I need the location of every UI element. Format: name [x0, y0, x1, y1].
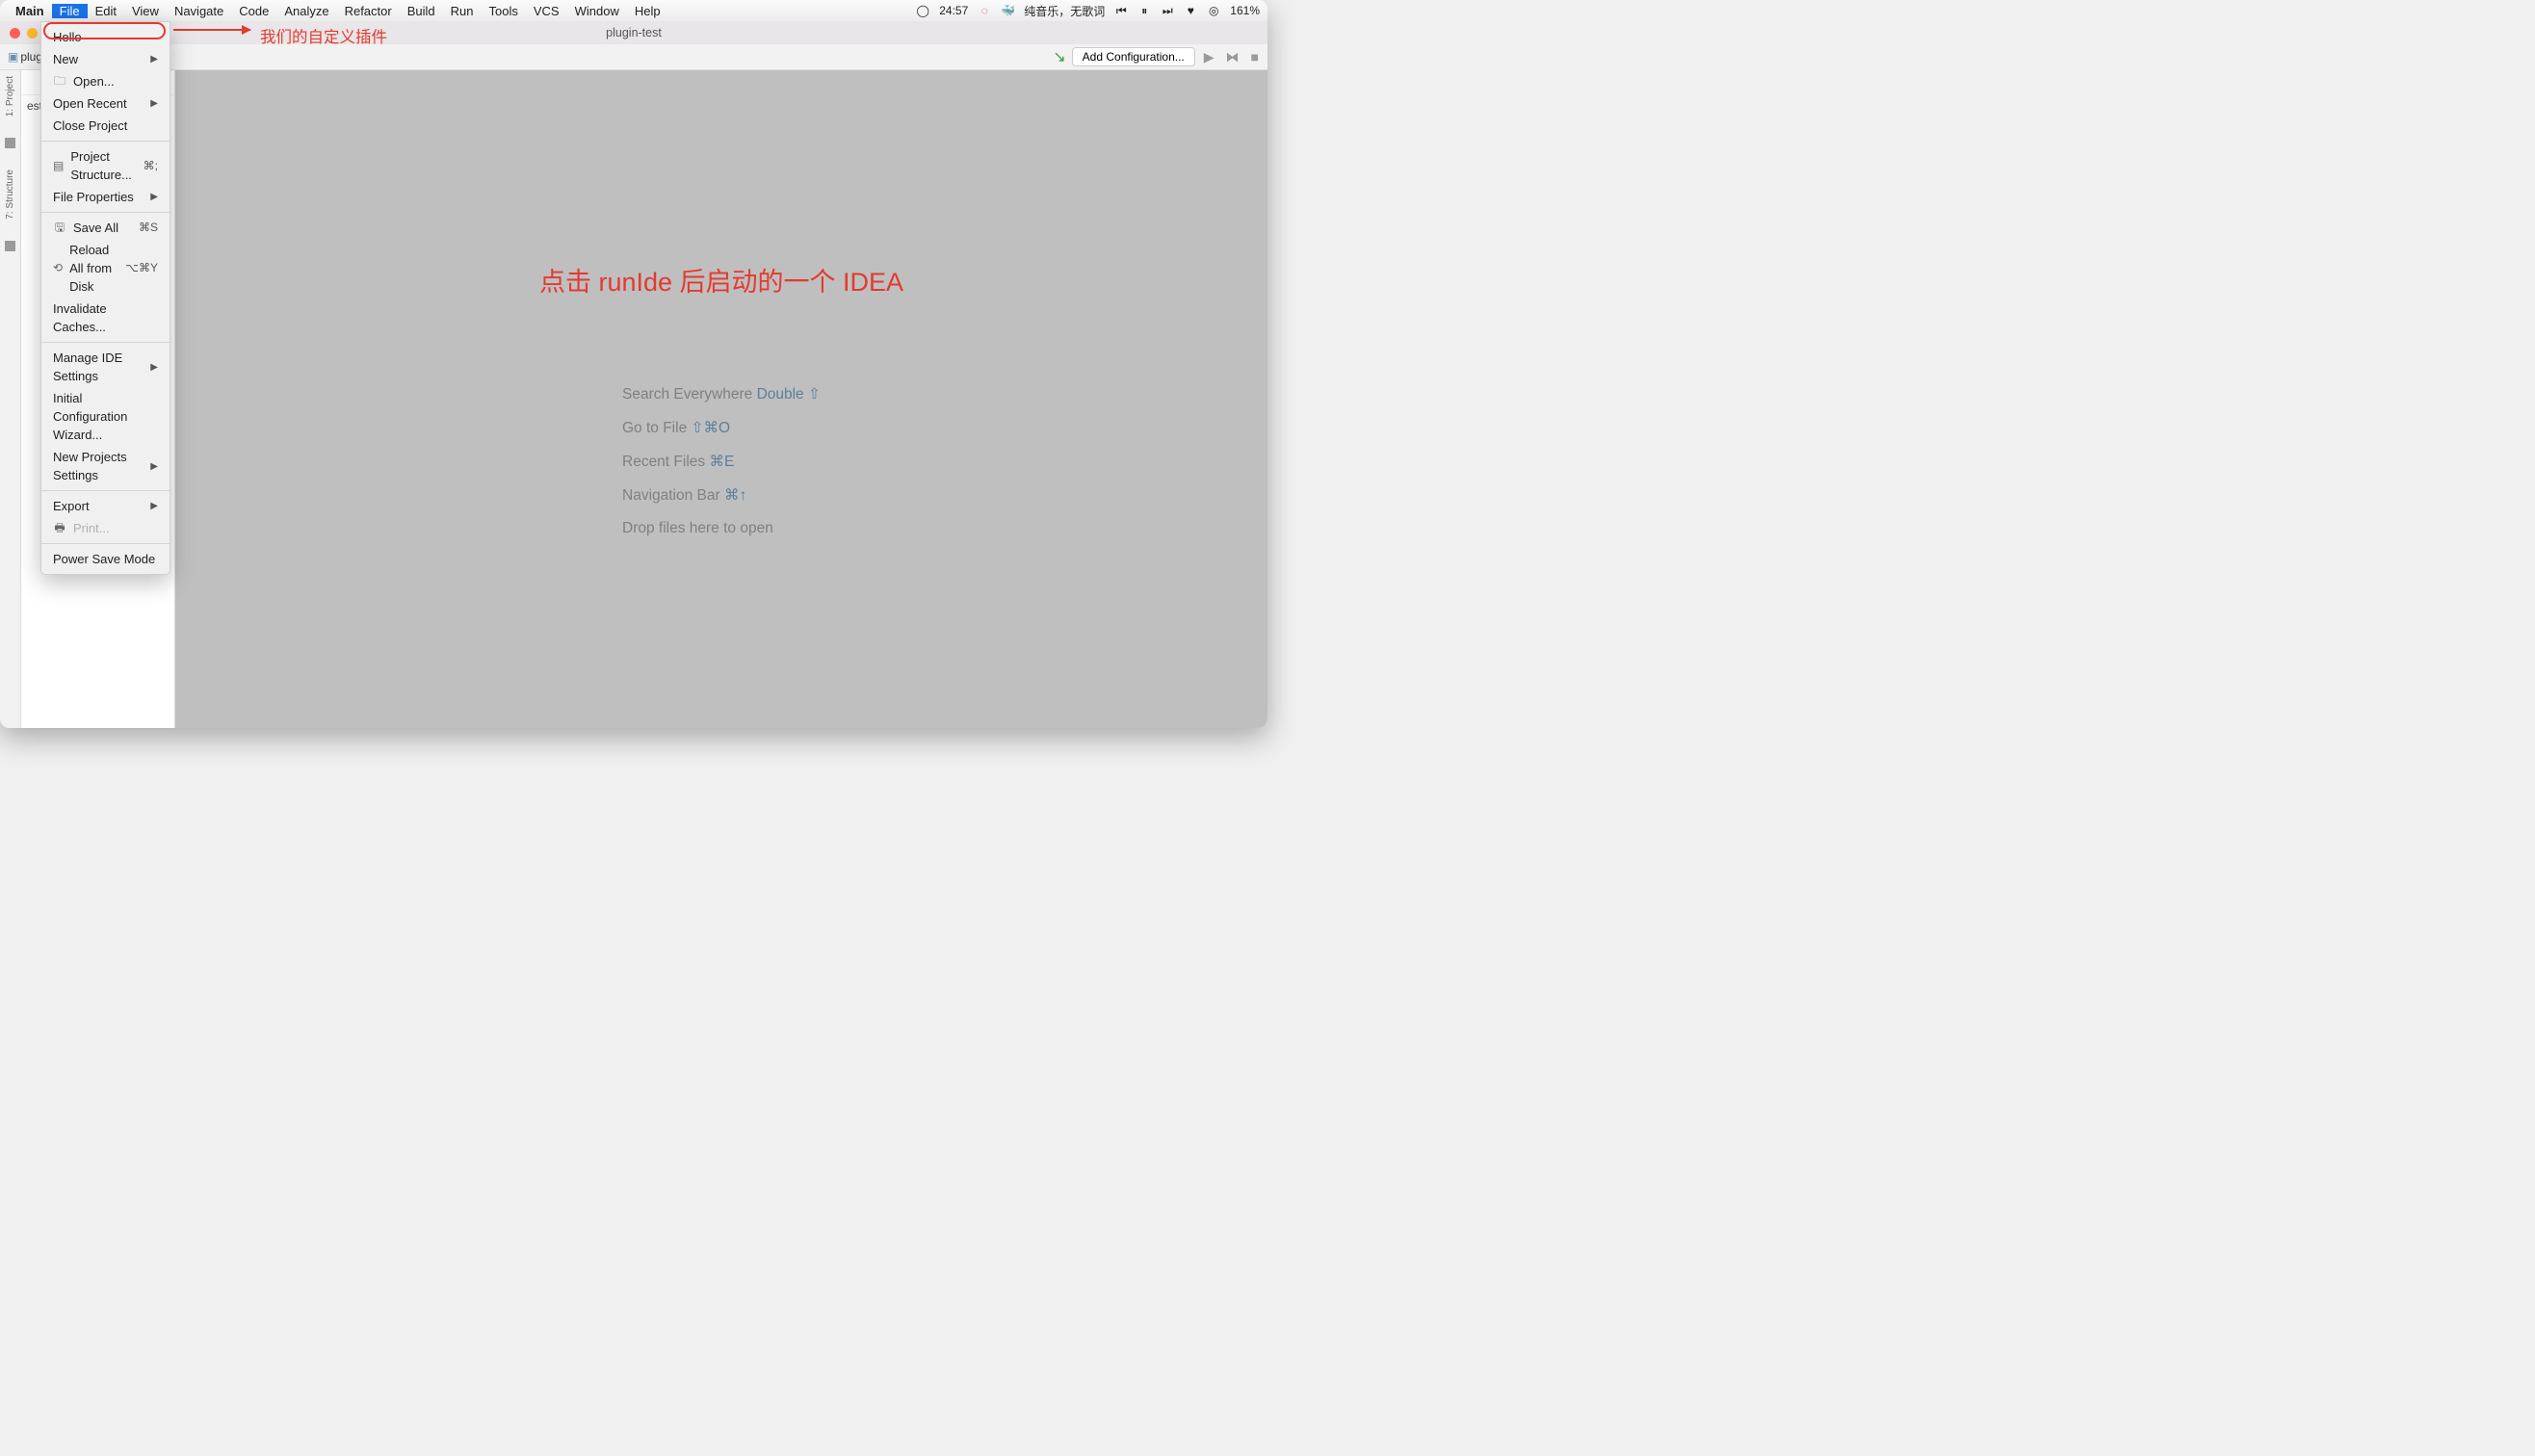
- menu-item-init-wizard[interactable]: Initial Configuration Wizard...: [41, 387, 170, 446]
- hint-shortcut: ⌘E: [709, 454, 734, 470]
- menu-item-invalidate[interactable]: Invalidate Caches...: [41, 298, 170, 338]
- annotation-big: 点击 runIde 后启动的一个 IDEA: [539, 261, 903, 299]
- reload-icon: ⟲: [53, 259, 63, 277]
- shortcut-label: ⌘;: [144, 157, 158, 175]
- menu-separator: [41, 212, 170, 213]
- menu-separator: [41, 342, 170, 343]
- tool-window-rail: 1: Project 7: Structure: [0, 70, 21, 728]
- hint-shortcut: ⇧⌘O: [692, 420, 731, 436]
- menu-code[interactable]: Code: [231, 4, 276, 18]
- mac-menubar: Main File Edit View Navigate Code Analyz…: [0, 0, 1268, 21]
- rail-icon: [5, 138, 15, 148]
- menu-vcs[interactable]: VCS: [526, 4, 567, 18]
- docker-icon: 🐳: [1001, 4, 1014, 17]
- structure-icon: ▤: [53, 157, 64, 175]
- menu-item-print: 🖶Print...: [41, 517, 170, 539]
- shortcut-label: ⌥⌘Y: [125, 259, 158, 277]
- shortcut-label: ⌘S: [139, 219, 158, 237]
- rail-structure[interactable]: 7: Structure: [5, 169, 15, 220]
- menu-item-hello[interactable]: Hello: [41, 26, 170, 48]
- keymap-hints: Search Everywhere Double ⇧ Go to File ⇧⌘…: [622, 385, 821, 537]
- file-menu-dropdown: Hello New▶ 🗀Open... Open Recent▶ Close P…: [40, 21, 170, 575]
- menu-item-open-recent[interactable]: Open Recent▶: [41, 92, 170, 115]
- menu-file[interactable]: File: [52, 4, 88, 18]
- menu-edit[interactable]: Edit: [88, 4, 124, 18]
- menu-separator: [41, 141, 170, 142]
- print-icon: 🖶: [53, 519, 66, 537]
- timer-icon: ◌: [978, 4, 991, 17]
- breadcrumb-label: plug: [20, 50, 42, 64]
- breadcrumb[interactable]: ▣ plug: [8, 50, 42, 64]
- hint-recent-files: Recent Files: [622, 454, 709, 470]
- battery-pct: 161%: [1230, 4, 1260, 17]
- menu-build[interactable]: Build: [400, 4, 443, 18]
- chevron-right-icon: ▶: [150, 358, 158, 377]
- menu-item-open[interactable]: 🗀Open...: [41, 70, 170, 92]
- menu-item-new-projects[interactable]: New Projects Settings▶: [41, 446, 170, 486]
- menu-item-power-save[interactable]: Power Save Mode: [41, 548, 170, 570]
- ide-toolbar: ▣ plug ↘ Add Configuration... ▶ ⧓ ■: [0, 44, 1268, 70]
- hint-search-everywhere: Search Everywhere: [622, 386, 757, 403]
- debug-icon[interactable]: ⧓: [1223, 49, 1242, 65]
- save-icon: 🖫: [53, 219, 66, 237]
- pause-icon[interactable]: ⏸: [1137, 4, 1151, 17]
- heart-icon[interactable]: ♥: [1184, 4, 1197, 17]
- menu-main[interactable]: Main: [8, 4, 52, 18]
- chevron-right-icon: ▶: [150, 457, 158, 476]
- menu-refactor[interactable]: Refactor: [337, 4, 400, 18]
- now-playing: 纯音乐，无歌词: [1024, 3, 1105, 19]
- menu-navigate[interactable]: Navigate: [167, 4, 231, 18]
- menu-item-file-properties[interactable]: File Properties▶: [41, 186, 170, 208]
- menu-item-save-all[interactable]: 🖫Save All⌘S: [41, 217, 170, 239]
- menu-separator: [41, 543, 170, 544]
- prev-track-icon[interactable]: ⏮: [1114, 4, 1128, 17]
- editor-empty-state: 点击 runIde 后启动的一个 IDEA Search Everywhere …: [175, 70, 1268, 728]
- menu-item-manage-ide[interactable]: Manage IDE Settings▶: [41, 347, 170, 387]
- chevron-right-icon: ▶: [150, 94, 158, 113]
- menu-item-project-structure[interactable]: ▤Project Structure...⌘;: [41, 145, 170, 186]
- rail-icon: [5, 241, 15, 251]
- hint-nav-bar: Navigation Bar: [622, 487, 724, 504]
- add-configuration-button[interactable]: Add Configuration...: [1072, 47, 1195, 66]
- menu-item-close-project[interactable]: Close Project: [41, 115, 170, 137]
- chevron-right-icon: ▶: [150, 50, 158, 68]
- system-tray: ◯ 24:57 ◌ 🐳 纯音乐，无歌词 ⏮ ⏸ ⏭ ♥ ◎ 161%: [916, 3, 1260, 19]
- window-title: plugin-test: [606, 26, 662, 39]
- hint-drop-files: Drop files here to open: [622, 520, 821, 537]
- hint-goto-file: Go to File: [622, 420, 692, 436]
- stop-icon[interactable]: ■: [1248, 49, 1262, 65]
- menu-item-export[interactable]: Export▶: [41, 495, 170, 517]
- rail-project[interactable]: 1: Project: [5, 76, 15, 117]
- clock: 24:57: [939, 4, 968, 17]
- hint-shortcut: Double ⇧: [757, 386, 821, 403]
- hint-shortcut: ⌘↑: [724, 487, 746, 504]
- annotation-plugin-note: 我们的自定义插件: [260, 24, 387, 47]
- menu-window[interactable]: Window: [567, 4, 627, 18]
- next-track-icon[interactable]: ⏭: [1161, 4, 1174, 17]
- folder-icon: ▣: [8, 50, 18, 64]
- menu-analyze[interactable]: Analyze: [276, 4, 336, 18]
- chevron-right-icon: ▶: [150, 497, 158, 515]
- minimize-window-icon[interactable]: [27, 28, 38, 39]
- run-icon[interactable]: ▶: [1201, 49, 1217, 65]
- sync-icon: ◯: [916, 4, 929, 17]
- close-window-icon[interactable]: [10, 28, 20, 39]
- chevron-right-icon: ▶: [150, 188, 158, 206]
- menu-tools[interactable]: Tools: [482, 4, 526, 18]
- annotation-arrow: [173, 29, 250, 31]
- menu-item-reload[interactable]: ⟲Reload All from Disk⌥⌘Y: [41, 239, 170, 298]
- disc-icon[interactable]: ◎: [1207, 4, 1220, 17]
- menu-view[interactable]: View: [124, 4, 167, 18]
- menu-help[interactable]: Help: [627, 4, 668, 18]
- menu-separator: [41, 490, 170, 491]
- menu-run[interactable]: Run: [443, 4, 482, 18]
- window-titlebar: plugin-test: [0, 21, 1268, 44]
- folder-open-icon: 🗀: [53, 72, 66, 91]
- build-icon[interactable]: ↘: [1053, 47, 1065, 66]
- menu-item-new[interactable]: New▶: [41, 48, 170, 70]
